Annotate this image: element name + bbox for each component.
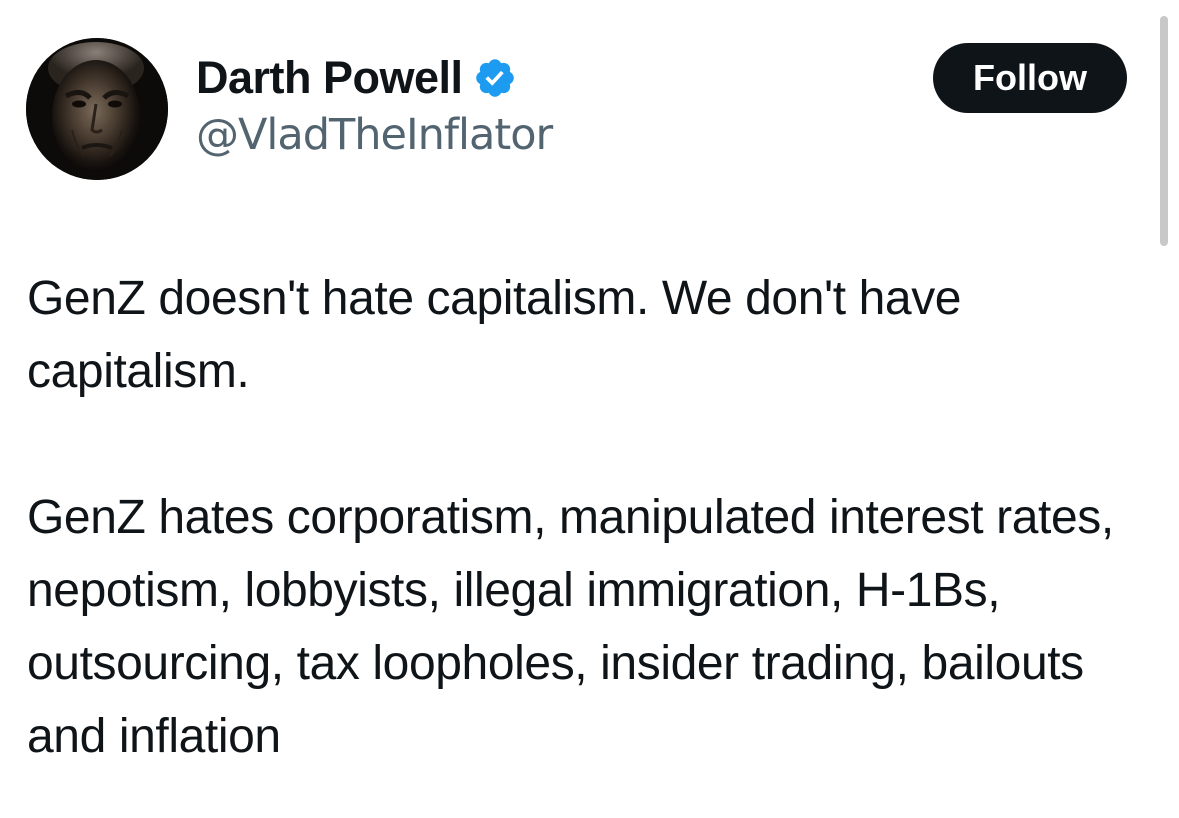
author-avatar[interactable] <box>26 38 168 180</box>
follow-button[interactable]: Follow <box>933 43 1127 113</box>
author-display-name[interactable]: Darth Powell <box>196 52 463 104</box>
tweet-paragraph: GenZ hates corporatism, manipulated inte… <box>27 491 1114 763</box>
avatar-portrait-image <box>26 38 168 180</box>
tweet-body: GenZ doesn't hate capitalism. We don't h… <box>27 262 1147 773</box>
verified-badge-icon <box>473 56 517 100</box>
tweet-card: Darth Powell @VladTheInflator Follow Gen… <box>0 0 1179 818</box>
author-handle[interactable]: @VladTheInflator <box>196 110 553 160</box>
name-row: Darth Powell <box>196 50 552 106</box>
scrollbar-thumb[interactable] <box>1160 16 1168 246</box>
author-info: Darth Powell @VladTheInflator <box>196 50 553 160</box>
tweet-paragraph: GenZ doesn't hate capitalism. We don't h… <box>27 272 962 398</box>
